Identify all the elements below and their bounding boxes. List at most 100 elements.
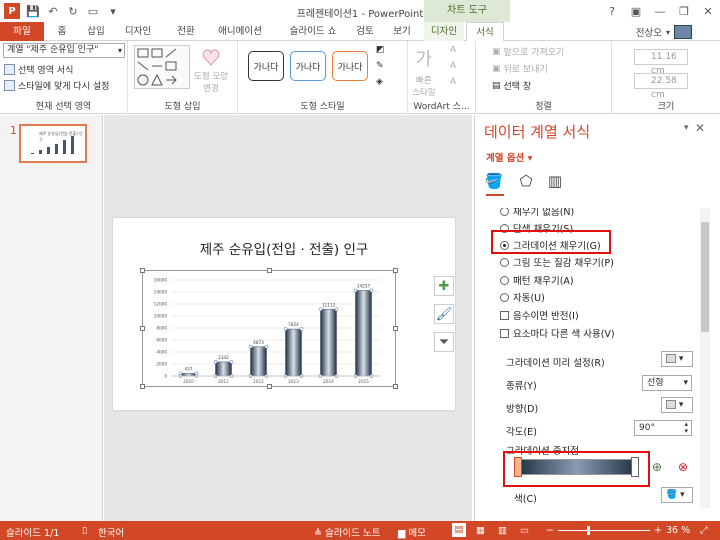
close-icon[interactable]: ✕: [695, 121, 705, 135]
bar[interactable]: [250, 346, 267, 377]
spinner-arrows-icon[interactable]: ▴ ▾: [684, 421, 688, 435]
comments-button[interactable]: ▆ 메모: [398, 525, 426, 539]
data-label[interactable]: 437: [185, 366, 193, 371]
shape-style-3[interactable]: 가나다: [332, 51, 368, 81]
fit-to-window-icon[interactable]: ⤢: [700, 525, 708, 536]
text-fill-icon[interactable]: A: [450, 45, 456, 55]
pane-scrollbar-thumb[interactable]: [701, 222, 709, 332]
fill-option-pattern[interactable]: 패턴 채우기(A): [500, 273, 574, 287]
bar-selection-handle[interactable]: [318, 307, 323, 312]
shapes-gallery[interactable]: [134, 45, 190, 89]
checkbox[interactable]: [500, 328, 509, 338]
tab-review[interactable]: 검토: [352, 22, 378, 41]
ribbon-display-icon[interactable]: ▣: [624, 0, 648, 22]
reset-style-button[interactable]: 스타일에 맞게 다시 설정: [4, 79, 109, 92]
save-icon[interactable]: 💾: [26, 4, 40, 18]
data-label[interactable]: 11112: [322, 302, 336, 307]
slide-title[interactable]: 제주 순유입(전입 · 전출) 인구: [113, 238, 455, 258]
bar-selection-handle[interactable]: [213, 360, 218, 364]
radio-button[interactable]: [500, 292, 509, 302]
tab-transitions[interactable]: 전환: [168, 22, 204, 41]
bar[interactable]: [285, 328, 302, 377]
shape-style-2[interactable]: 가나다: [290, 51, 326, 81]
data-series[interactable]: 437 2342 4873 7824 11112 14257: [178, 283, 374, 378]
remove-gradient-stop-icon[interactable]: ⊗: [678, 460, 688, 474]
reading-view-icon[interactable]: ▥: [498, 525, 507, 536]
slide-thumbnail[interactable]: 제주 순유입(전입·전출) 인구: [19, 124, 87, 163]
tab-chart-design[interactable]: 디자인: [424, 22, 464, 41]
series-options-dropdown[interactable]: 계열 옵션 ▾: [486, 150, 532, 164]
bar-selection-handle[interactable]: [353, 288, 358, 293]
radio-button[interactable]: [500, 257, 509, 267]
data-label[interactable]: 14257: [357, 283, 371, 288]
spell-check-icon[interactable]: ▯: [82, 525, 87, 536]
tab-format[interactable]: 서식: [466, 22, 504, 42]
data-label[interactable]: 7824: [288, 322, 299, 327]
selection-pane-button[interactable]: ▤ 선택 창: [492, 79, 531, 93]
bar-selection-handle[interactable]: [299, 327, 304, 331]
send-backward-button[interactable]: ▣ 뒤로 보내기: [492, 62, 548, 76]
fill-line-icon[interactable]: 🪣: [484, 171, 504, 191]
direction-dropdown[interactable]: ▾: [661, 397, 693, 413]
customize-qat-icon[interactable]: ▾: [106, 4, 120, 18]
type-dropdown[interactable]: 선형 ▾: [642, 375, 692, 391]
restore-icon[interactable]: ❐: [672, 0, 696, 22]
zoom-in-icon[interactable]: +: [654, 525, 662, 536]
normal-view-icon[interactable]: ▤: [452, 523, 466, 537]
slideshow-icon[interactable]: ▭: [520, 525, 529, 536]
change-shape-button[interactable]: 도형 모양 변경: [194, 47, 228, 94]
effects-pentagon-icon[interactable]: ⬠: [516, 171, 536, 191]
tab-design[interactable]: 디자인: [120, 22, 156, 41]
tab-insert[interactable]: 삽입: [82, 22, 110, 41]
shape-fill-icon[interactable]: ◩: [376, 45, 385, 55]
add-gradient-stop-icon[interactable]: ⊕: [652, 460, 662, 474]
close-icon[interactable]: ✕: [696, 0, 720, 22]
tab-view[interactable]: 보기: [388, 22, 416, 41]
minimize-icon[interactable]: —: [648, 0, 672, 22]
slide-sorter-icon[interactable]: ▦: [476, 525, 485, 536]
bar[interactable]: [180, 373, 197, 377]
redo-icon[interactable]: ↻: [66, 4, 80, 18]
series-options-icon[interactable]: ▥: [545, 171, 565, 191]
tab-file[interactable]: 파일: [0, 22, 44, 41]
bar-selection-handle[interactable]: [229, 360, 234, 364]
invert-if-negative[interactable]: 음수이면 반전(I): [500, 308, 579, 322]
zoom-slider-thumb[interactable]: [587, 526, 590, 535]
pane-options-icon[interactable]: ▾: [684, 123, 689, 133]
bar-selection-handle[interactable]: [334, 307, 339, 312]
bar-selection-handle[interactable]: [369, 288, 374, 293]
radio-button[interactable]: [500, 275, 509, 285]
chart-filters-icon[interactable]: ⏷: [434, 332, 454, 352]
shape-effects-icon[interactable]: ◈: [376, 77, 383, 87]
fill-option-picture[interactable]: 그림 또는 질감 채우기(P): [500, 255, 614, 269]
bar[interactable]: [320, 309, 337, 377]
bar-selection-handle[interactable]: [283, 327, 288, 331]
chart-styles-icon[interactable]: 🖌: [434, 304, 454, 324]
width-input[interactable]: 22.58 cm: [634, 73, 688, 100]
quick-styles-button[interactable]: 가 빠른 스타일: [412, 45, 435, 98]
chart-elements-icon[interactable]: ✚: [434, 276, 454, 296]
zoom-out-icon[interactable]: −: [546, 525, 554, 536]
chart-elements-dropdown[interactable]: 계열 "제주 순유입 인구" ▾: [3, 43, 125, 58]
language[interactable]: 한국어: [98, 525, 124, 539]
text-outline-icon[interactable]: A: [450, 61, 456, 71]
tab-slideshow[interactable]: 슬라이드 쇼: [280, 22, 346, 41]
preset-gradient-dropdown[interactable]: ▾: [661, 351, 693, 367]
slide[interactable]: 제주 순유입(전입 · 전출) 인구 0 2000 4000 6000 8000 1000…: [113, 218, 455, 410]
fill-option-auto[interactable]: 자동(U): [500, 290, 545, 304]
undo-icon[interactable]: ↶: [46, 4, 60, 18]
shape-style-1[interactable]: 가나다: [248, 51, 284, 81]
zoom-slider[interactable]: [558, 530, 650, 531]
data-label[interactable]: 2342: [218, 355, 229, 360]
bar[interactable]: [355, 290, 372, 377]
color-picker[interactable]: 🪣 ▾: [661, 487, 693, 503]
data-label[interactable]: 4873: [253, 340, 264, 345]
bar-selection-handle[interactable]: [264, 344, 269, 349]
tab-home[interactable]: 홈: [50, 22, 74, 41]
format-selection-button[interactable]: 선택 영역 서식: [4, 63, 73, 76]
angle-spinner[interactable]: 90° ▴ ▾: [634, 420, 692, 436]
checkbox[interactable]: [500, 310, 509, 320]
zoom-level[interactable]: 36 %: [666, 525, 690, 536]
notes-button[interactable]: ≜ 슬라이드 노트: [314, 525, 380, 539]
height-input[interactable]: 11.16 cm: [634, 49, 688, 76]
